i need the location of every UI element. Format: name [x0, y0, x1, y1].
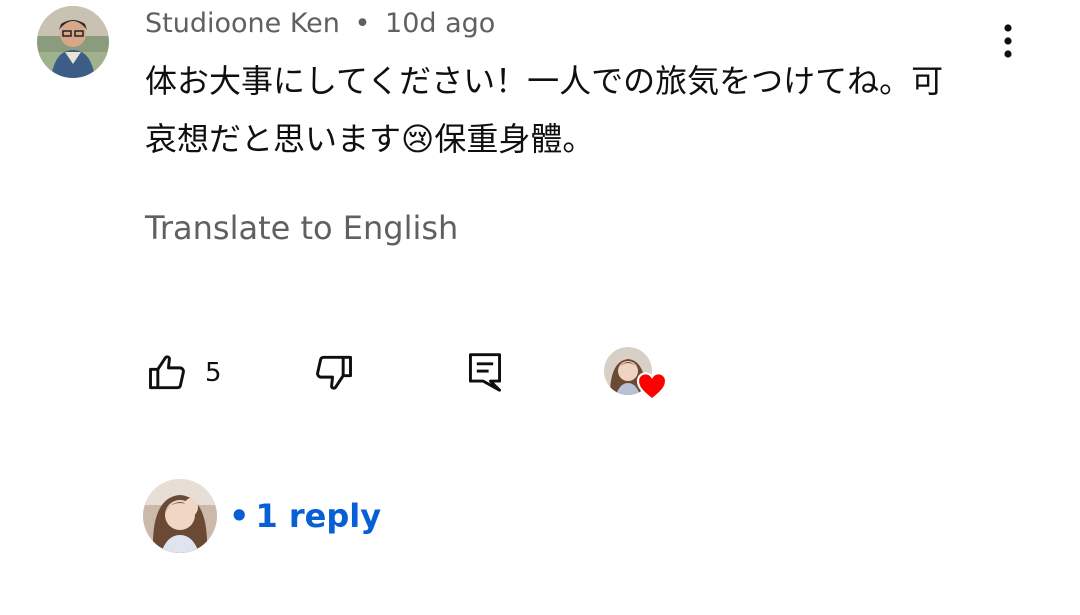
more-options-button[interactable]: [992, 22, 1024, 62]
heart-icon: [636, 372, 668, 401]
like-button[interactable]: 5: [145, 350, 222, 396]
reply-button[interactable]: [465, 350, 505, 398]
comment-body: 体お大事にしてください！一人での旅気をつけてね。可哀想だと思います😢保重身體。: [145, 62, 944, 158]
creator-heart-badge: [604, 345, 670, 405]
reply-author-avatar: [143, 479, 217, 553]
thumbs-down-icon: [316, 355, 352, 390]
thumbs-up-icon: [149, 355, 185, 390]
dislike-button[interactable]: [312, 350, 356, 398]
author-avatar[interactable]: [37, 6, 109, 78]
vertical-dots-icon: [1004, 24, 1012, 58]
like-count: 5: [205, 358, 222, 388]
comment-meta: Studioone Ken • 10d ago: [145, 4, 495, 44]
author-name[interactable]: Studioone Ken: [145, 8, 340, 39]
replies-count-link[interactable]: • 1 reply: [229, 497, 381, 535]
comment-reply-icon: [469, 353, 501, 392]
view-replies-button[interactable]: • 1 reply: [143, 478, 381, 554]
meta-separator: •: [354, 8, 371, 39]
comment-timestamp: 10d ago: [385, 8, 496, 39]
replies-bullet: •: [229, 497, 250, 535]
replies-label: 1 reply: [255, 497, 382, 535]
translate-button[interactable]: Translate to English: [145, 205, 458, 251]
